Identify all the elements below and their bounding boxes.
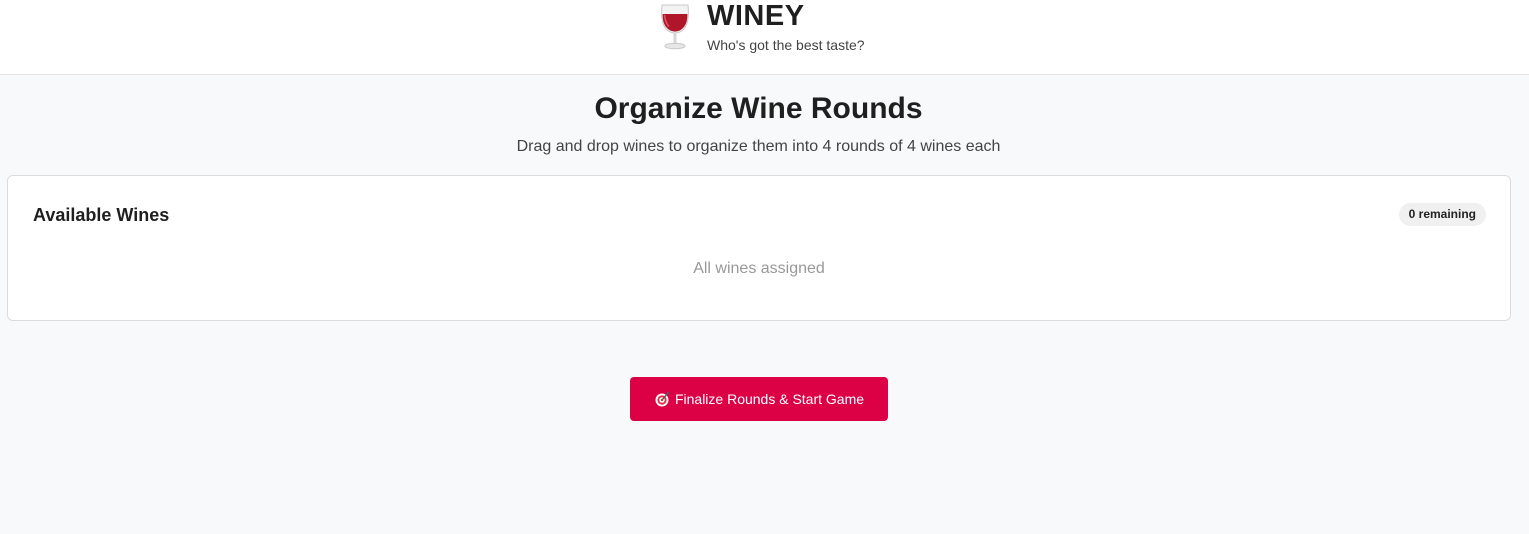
- finalize-button-label: Finalize Rounds & Start Game: [674, 391, 865, 407]
- page-title: Organize Wine Rounds: [594, 92, 923, 125]
- available-wines-title: Available Wines: [33, 205, 170, 225]
- remaining-badge: 0 remaining: [1398, 203, 1486, 226]
- empty-state-message: All wines assigned: [693, 260, 825, 277]
- app-tagline: Who's got the best taste?: [707, 37, 865, 53]
- app-header: WINEY Who's got the best taste?: [0, 0, 1529, 75]
- wine-glass-icon: [655, 2, 695, 50]
- brand-text: WINEY Who's got the best taste?: [707, 0, 865, 53]
- app-title: WINEY: [707, 0, 805, 32]
- finalize-rounds-button[interactable]: Finalize Rounds & Start Game: [630, 377, 888, 421]
- brand: WINEY Who's got the best taste?: [655, 0, 865, 53]
- target-icon: [654, 391, 670, 407]
- available-wines-panel[interactable]: Available Wines 0 remaining All wines as…: [7, 175, 1511, 321]
- page-subtitle: Drag and drop wines to organize them int…: [516, 138, 1001, 155]
